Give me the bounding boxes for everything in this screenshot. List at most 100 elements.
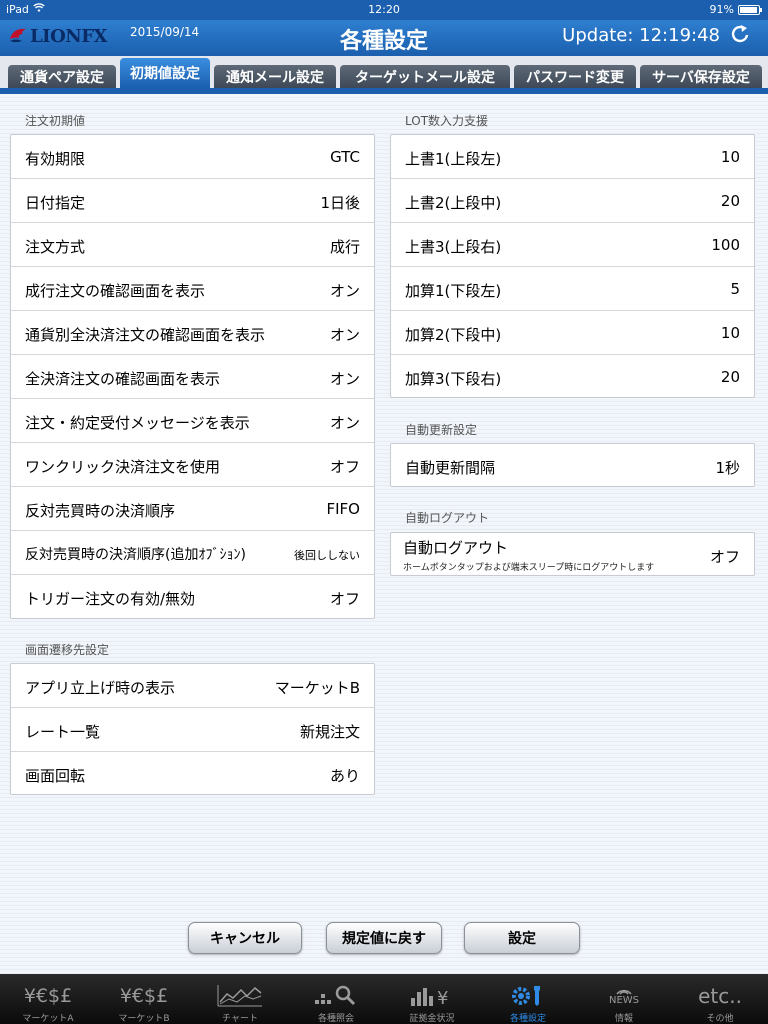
order-defaults-group: 有効期限 GTC 日付指定 1日後 注文方式 成行 成行注文の確認画面を表示 オ… xyxy=(10,134,375,619)
setting-value: 成行 xyxy=(329,238,360,256)
setting-row-update-interval[interactable]: 自動更新間隔 1秒 xyxy=(391,444,754,488)
auto-update-group: 自動更新間隔 1秒 xyxy=(390,443,755,487)
setting-value: オン xyxy=(329,414,360,432)
tab-initial-values[interactable]: 初期値設定 xyxy=(120,58,210,88)
setting-row-trigger-order[interactable]: トリガー注文の有効/無効 オフ xyxy=(11,575,374,619)
setting-value: 20 xyxy=(720,368,740,386)
nav-label: 証拠金状況 xyxy=(409,1014,455,1024)
lot-input-heading: LOT数入力支援 xyxy=(405,114,489,128)
setting-row-rate-list[interactable]: レート一覧 新規注文 xyxy=(11,708,374,752)
setting-value: 10 xyxy=(720,148,740,166)
bottom-nav: ¥€$£ マーケットA ¥€$£ マーケットB チャート 各種照会 ¥ 証拠金状… xyxy=(0,974,768,1024)
setting-label: レート一覧 xyxy=(25,723,101,741)
nav-label: マーケットA xyxy=(22,1014,74,1024)
setting-label: 画面回転 xyxy=(25,767,86,785)
tab-notification-mail[interactable]: 通知メール設定 xyxy=(214,65,336,88)
search-icon xyxy=(288,982,384,1010)
reset-defaults-button[interactable]: 規定値に戻す xyxy=(326,922,442,954)
setting-value: 5 xyxy=(730,280,740,298)
setting-row-overwrite-1[interactable]: 上書1(上段左) 10 xyxy=(391,135,754,179)
setting-row-one-click[interactable]: ワンクリック決済注文を使用 オフ xyxy=(11,443,374,487)
setting-label: 注文方式 xyxy=(25,238,86,256)
setting-label: 成行注文の確認画面を表示 xyxy=(25,282,206,300)
nav-settings[interactable]: 各種設定 xyxy=(480,974,576,1024)
margin-icon: ¥ xyxy=(384,982,480,1010)
nav-market-b[interactable]: ¥€$£ マーケットB xyxy=(96,974,192,1024)
setting-value: 10 xyxy=(720,324,740,342)
currency-icon: ¥€$£ xyxy=(119,985,169,1007)
auto-logout-heading: 自動ログアウト xyxy=(405,511,490,525)
tab-server-save[interactable]: サーバ保存設定 xyxy=(640,65,762,88)
news-icon: NEWS xyxy=(576,982,672,1010)
setting-value: GTC xyxy=(330,148,360,166)
setting-value: オン xyxy=(329,326,360,344)
nav-news[interactable]: NEWS 情報 xyxy=(576,974,672,1024)
setting-label: 有効期限 xyxy=(25,150,86,168)
setting-row-add-1[interactable]: 加算1(下段左) 5 xyxy=(391,267,754,311)
setting-label: 加算2(下段中) xyxy=(405,326,502,344)
save-button[interactable]: 設定 xyxy=(464,922,580,954)
nav-market-a[interactable]: ¥€$£ マーケットA xyxy=(0,974,96,1024)
setting-row-overwrite-2[interactable]: 上書2(上段中) 20 xyxy=(391,179,754,223)
screen-transition-group: アプリ立上げ時の表示 マーケットB レート一覧 新規注文 画面回転 あり xyxy=(10,663,375,795)
auto-logout-group: 自動ログアウト ホームボタンタップおよび端末スリープ時にログアウトします オフ xyxy=(390,532,755,576)
nav-label: 各種設定 xyxy=(509,1014,546,1024)
setting-row-rotation[interactable]: 画面回転 あり xyxy=(11,752,374,796)
setting-row-expiry[interactable]: 有効期限 GTC xyxy=(11,135,374,179)
setting-row-all-settle-confirm[interactable]: 全決済注文の確認画面を表示 オン xyxy=(11,355,374,399)
setting-row-auto-logout[interactable]: 自動ログアウト ホームボタンタップおよび端末スリープ時にログアウトします オフ xyxy=(391,533,754,577)
setting-label: 反対売買時の決済順序 xyxy=(25,502,176,520)
nav-inquiry[interactable]: 各種照会 xyxy=(288,974,384,1024)
tab-password-change[interactable]: パスワード変更 xyxy=(514,65,636,88)
nav-label: マーケットB xyxy=(118,1014,170,1024)
setting-value: 100 xyxy=(711,236,740,254)
setting-value: マーケットB xyxy=(274,679,360,697)
setting-row-startup-view[interactable]: アプリ立上げ時の表示 マーケットB xyxy=(11,664,374,708)
nav-margin-status[interactable]: ¥ 証拠金状況 xyxy=(384,974,480,1024)
status-bar: iPad 12:20 91% xyxy=(0,0,768,20)
nav-label: チャート xyxy=(222,1014,258,1024)
setting-row-settle-order-option[interactable]: 反対売買時の決済順序(追加ｵﾌﾞｼｮﾝ) 後回ししない xyxy=(11,531,374,575)
setting-label: 上書1(上段左) xyxy=(405,150,502,168)
battery-icon xyxy=(738,4,762,15)
setting-value: 20 xyxy=(720,192,740,210)
setting-row-pair-settle-confirm[interactable]: 通貨別全決済注文の確認画面を表示 オン xyxy=(11,311,374,355)
setting-row-settle-order[interactable]: 反対売買時の決済順序 FIFO xyxy=(11,487,374,531)
setting-row-add-3[interactable]: 加算3(下段右) 20 xyxy=(391,355,754,399)
setting-label: 全決済注文の確認画面を表示 xyxy=(25,370,221,388)
nav-label: 各種照会 xyxy=(317,1014,354,1024)
nav-chart[interactable]: チャート xyxy=(192,974,288,1024)
setting-row-date[interactable]: 日付指定 1日後 xyxy=(11,179,374,223)
chart-icon xyxy=(192,982,288,1010)
screen-transition-heading: 画面遷移先設定 xyxy=(25,643,110,657)
app-header: LIONFX 2015/09/14 各種設定 Update: 12:19:48 xyxy=(0,20,768,56)
auto-update-heading: 自動更新設定 xyxy=(405,423,478,437)
etc-icon: etc.. xyxy=(698,984,742,1008)
setting-row-add-2[interactable]: 加算2(下段中) 10 xyxy=(391,311,754,355)
setting-value: オフ xyxy=(709,548,740,566)
setting-row-market-confirm[interactable]: 成行注文の確認画面を表示 オン xyxy=(11,267,374,311)
setting-label: 上書3(上段右) xyxy=(405,238,502,256)
setting-value: 1秒 xyxy=(715,459,740,477)
refresh-icon[interactable] xyxy=(730,23,750,51)
cancel-button[interactable]: キャンセル xyxy=(188,922,302,954)
setting-label: 加算1(下段左) xyxy=(405,282,502,300)
setting-label: 通貨別全決済注文の確認画面を表示 xyxy=(25,326,266,344)
order-defaults-heading: 注文初期値 xyxy=(25,114,86,128)
setting-row-order-method[interactable]: 注文方式 成行 xyxy=(11,223,374,267)
setting-label: 自動ログアウト xyxy=(403,539,509,557)
settings-tabbar: 通貨ペア設定 初期値設定 通知メール設定 ターゲットメール設定 パスワード変更 … xyxy=(0,56,768,94)
update-time: Update: 12:19:48 xyxy=(562,25,720,46)
nav-other[interactable]: etc.. その他 xyxy=(672,974,768,1024)
tab-target-mail[interactable]: ターゲットメール設定 xyxy=(340,65,510,88)
setting-label: アプリ立上げ時の表示 xyxy=(25,679,176,697)
battery-percent: 91% xyxy=(709,3,734,16)
setting-value: あり xyxy=(329,767,360,785)
tab-currency-pair[interactable]: 通貨ペア設定 xyxy=(8,65,116,88)
setting-value: オフ xyxy=(329,458,360,476)
setting-row-overwrite-3[interactable]: 上書3(上段右) 100 xyxy=(391,223,754,267)
setting-value: FIFO xyxy=(326,500,361,518)
setting-label: ワンクリック決済注文を使用 xyxy=(25,458,221,476)
setting-label: 反対売買時の決済順序(追加ｵﾌﾞｼｮﾝ) xyxy=(25,547,246,563)
setting-row-receipt-message[interactable]: 注文・約定受付メッセージを表示 オン xyxy=(11,399,374,443)
